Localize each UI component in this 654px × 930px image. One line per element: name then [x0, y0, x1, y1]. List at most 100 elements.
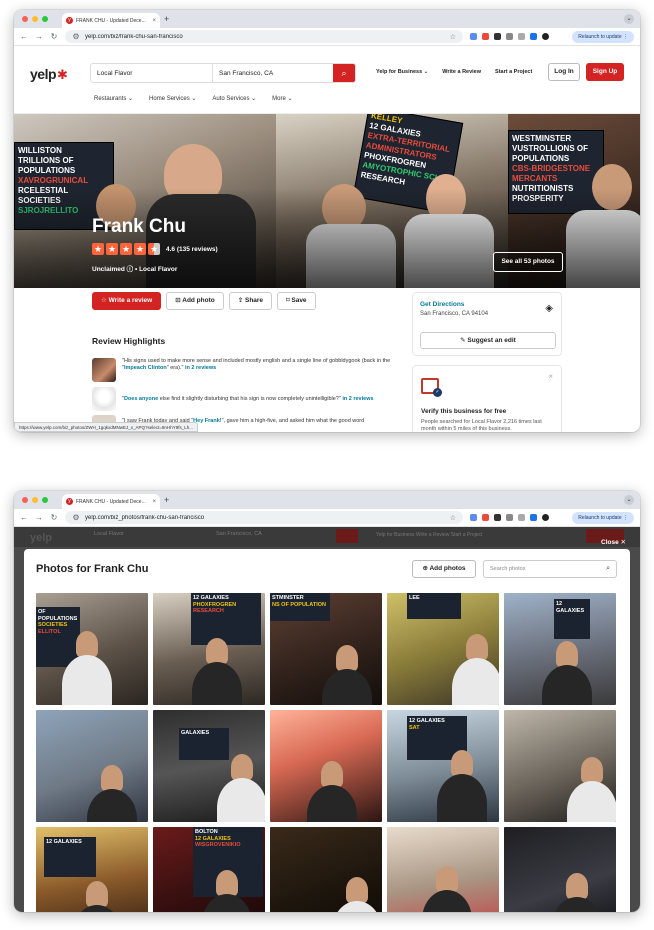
- protest-sign: 12 GALAXIES: [44, 837, 96, 877]
- relaunch-to-update-button[interactable]: Relaunch to update ⋮: [572, 30, 634, 43]
- close-icon[interactable]: ×: [548, 372, 553, 381]
- photo-thumbnail[interactable]: [36, 710, 148, 822]
- reading-list-icon[interactable]: [518, 514, 525, 521]
- rating-text[interactable]: 4.6 (135 reviews): [166, 246, 218, 253]
- star-icon: ★: [106, 243, 118, 255]
- reviewer-avatar[interactable]: [92, 358, 116, 382]
- extension-icon[interactable]: [494, 33, 501, 40]
- photo-thumbnail[interactable]: [504, 710, 616, 822]
- close-window-button[interactable]: [22, 16, 28, 22]
- puzzle-icon[interactable]: [506, 514, 513, 521]
- forward-arrow-icon[interactable]: →: [35, 513, 43, 522]
- login-button[interactable]: Log In: [548, 63, 580, 81]
- yelp-for-business-link[interactable]: Yelp for Business ⌄: [376, 69, 428, 75]
- close-window-button[interactable]: [22, 497, 28, 503]
- yelp-header: yelp✱ Local Flavor San Francisco, CA ⌕ Y…: [14, 46, 640, 114]
- search-icon[interactable]: ⌕: [606, 561, 610, 577]
- photo-thumbnail[interactable]: OF POPULATIONS SOCIETIES ELLITOL: [36, 593, 148, 705]
- signup-button[interactable]: Sign Up: [586, 63, 624, 81]
- back-arrow-icon[interactable]: ←: [20, 32, 28, 41]
- get-directions-link[interactable]: Get Directions: [420, 301, 464, 308]
- search-near-input[interactable]: San Francisco, CA: [213, 64, 333, 82]
- bookmark-star-icon[interactable]: ☆: [450, 514, 456, 522]
- close-modal-button[interactable]: Close ✕: [601, 538, 626, 546]
- write-a-review-link[interactable]: Write a Review: [442, 69, 481, 75]
- reading-list-icon[interactable]: [518, 33, 525, 40]
- back-arrow-icon[interactable]: ←: [20, 513, 28, 522]
- suggest-an-edit-button[interactable]: ✎ Suggest an edit: [420, 332, 556, 349]
- forward-arrow-icon[interactable]: →: [35, 32, 43, 41]
- minimize-window-button[interactable]: [32, 16, 38, 22]
- verify-title[interactable]: Verify this business for free: [421, 408, 506, 415]
- directions-icon[interactable]: ◈: [545, 303, 553, 314]
- yelp-logo: yelp: [30, 532, 53, 544]
- browser-tab[interactable]: y FRANK CHU - Updated Dece... ×: [62, 494, 160, 509]
- extension-icon[interactable]: [482, 33, 489, 40]
- in-reviews-link[interactable]: in 2 reviews: [185, 365, 216, 371]
- profile-avatar-icon[interactable]: [542, 514, 549, 521]
- photo-thumbnail[interactable]: 12 GALAXIES PHOXFROGREN RESEARCH: [153, 593, 265, 705]
- new-tab-button[interactable]: +: [164, 13, 169, 25]
- profile-avatar-icon[interactable]: [542, 33, 549, 40]
- tab-search-button[interactable]: ⌄: [624, 14, 634, 24]
- photo-thumbnail[interactable]: 12 GALAXIES: [504, 593, 616, 705]
- maximize-window-button[interactable]: [42, 16, 48, 22]
- category-home-services[interactable]: Home Services ⌄: [149, 95, 196, 102]
- download-icon[interactable]: [530, 33, 537, 40]
- photo-thumbnail[interactable]: [387, 827, 499, 912]
- photo-thumbnail[interactable]: [270, 710, 382, 822]
- photo-thumbnail[interactable]: BOLTON 12 GALAXIES WISGROVENIKIO: [153, 827, 265, 912]
- share-button[interactable]: ⇪ Share: [228, 292, 273, 310]
- add-photos-button[interactable]: ⊕ Add photos: [412, 560, 476, 578]
- add-photo-button[interactable]: ⊡ Add photo: [166, 292, 224, 310]
- extension-icon[interactable]: [470, 33, 477, 40]
- site-info-icon[interactable]: ⚙: [72, 513, 80, 522]
- start-a-project-link[interactable]: Start a Project: [495, 69, 532, 75]
- person-photo: [206, 638, 228, 664]
- maximize-window-button[interactable]: [42, 497, 48, 503]
- search-find-input[interactable]: Local Flavor: [91, 64, 213, 82]
- photo-thumbnail[interactable]: GALAXIES: [153, 710, 265, 822]
- extension-icon[interactable]: [482, 514, 489, 521]
- photo-thumbnail[interactable]: 12 GALAXIES: [36, 827, 148, 912]
- url-field[interactable]: ⚙ yelp.com/biz_photos/frank-chu-san-fran…: [65, 511, 463, 524]
- modal-backdrop[interactable]: yelp Local Flavor San Francisco, CA Yelp…: [14, 527, 640, 912]
- search-photos-input[interactable]: Search photos ⌕: [483, 560, 617, 578]
- minimize-window-button[interactable]: [32, 497, 38, 503]
- hero-photo-banner[interactable]: WILLISTON TRILLIONS OF POPULATIONS XAVROGR…: [14, 114, 640, 288]
- new-tab-button[interactable]: +: [164, 494, 169, 506]
- url-field[interactable]: ⚙ yelp.com/biz/frank-chu-san-francisco ☆: [65, 30, 463, 43]
- extension-icon[interactable]: [470, 514, 477, 521]
- photo-thumbnail[interactable]: STMINSTER NS OF POPULATION: [270, 593, 382, 705]
- category-auto-services[interactable]: Auto Services ⌄: [212, 95, 256, 102]
- relaunch-to-update-button[interactable]: Relaunch to update ⋮: [572, 511, 634, 524]
- puzzle-icon[interactable]: [506, 33, 513, 40]
- photo-thumbnail[interactable]: LEE: [387, 593, 499, 705]
- bookmark-star-icon[interactable]: ☆: [450, 33, 456, 41]
- review-keyword-link[interactable]: Impeach Clinton: [124, 365, 167, 371]
- category-restaurants[interactable]: Restaurants ⌄: [94, 95, 133, 102]
- tab-search-button[interactable]: ⌄: [624, 495, 634, 505]
- reviewer-avatar[interactable]: [92, 387, 116, 411]
- photo-thumbnail[interactable]: [270, 827, 382, 912]
- reload-icon[interactable]: ↻: [50, 513, 58, 522]
- see-all-photos-button[interactable]: See all 53 photos: [493, 252, 563, 272]
- write-a-review-button[interactable]: ☆ Write a review: [92, 292, 162, 310]
- reload-icon[interactable]: ↻: [50, 32, 58, 41]
- search-icon[interactable]: ⌕: [333, 64, 355, 82]
- browser-tab[interactable]: y FRANK CHU - Updated Dece... ×: [62, 13, 160, 28]
- review-keyword-link[interactable]: Does anyone: [124, 396, 158, 402]
- photo-thumbnail[interactable]: 12 GALAXIES SAT: [387, 710, 499, 822]
- sign-text: ELLITOL: [38, 628, 61, 635]
- person-photo: [62, 655, 112, 705]
- extension-icon[interactable]: [494, 514, 501, 521]
- download-icon[interactable]: [530, 514, 537, 521]
- tab-close-icon[interactable]: ×: [152, 18, 156, 24]
- photo-thumbnail[interactable]: [504, 827, 616, 912]
- save-button[interactable]: ⌑ Save: [277, 292, 316, 310]
- yelp-logo[interactable]: yelp✱: [30, 66, 68, 83]
- site-info-icon[interactable]: ⚙: [72, 32, 80, 41]
- category-more[interactable]: More ⌄: [272, 95, 292, 102]
- in-reviews-link[interactable]: in 2 reviews: [342, 396, 373, 402]
- tab-close-icon[interactable]: ×: [152, 499, 156, 505]
